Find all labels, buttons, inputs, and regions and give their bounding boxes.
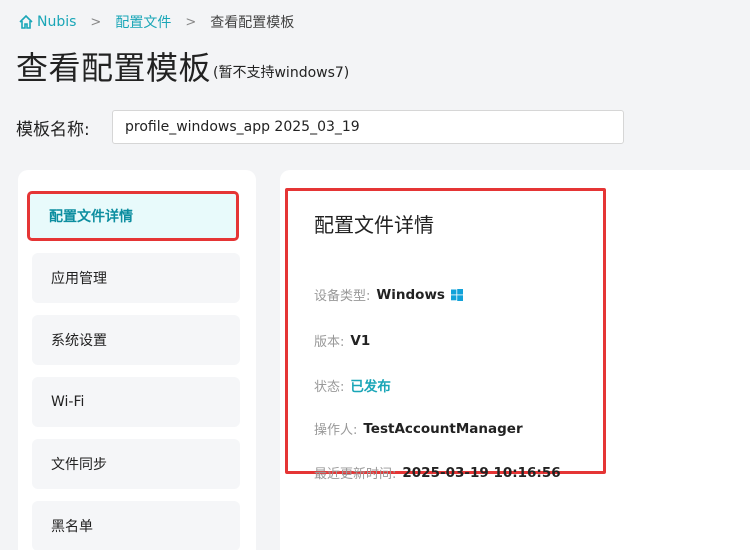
device-type-value: Windows — [376, 286, 445, 303]
last-updated-value: 2025-03-19 10:16:56 — [402, 464, 561, 481]
breadcrumb-profiles-link[interactable]: 配置文件 — [115, 12, 171, 32]
operator-label: 操作人: — [314, 423, 358, 438]
home-icon — [19, 14, 33, 29]
breadcrumb-current: 查看配置模板 — [210, 15, 295, 31]
sidebar-item-label: 配置文件详情 — [49, 209, 133, 225]
version-field: 版本: V1 — [314, 331, 371, 351]
template-name-input[interactable] — [112, 110, 624, 144]
sidebar-item-label: 黑名单 — [51, 519, 93, 535]
device-type-label: 设备类型: — [314, 289, 371, 304]
operator-value: TestAccountManager — [363, 420, 523, 437]
last-updated-field: 最近更新时间: 2025-03-19 10:16:56 — [314, 463, 561, 483]
sidebar-item-label: 应用管理 — [51, 271, 107, 287]
windows-icon — [450, 288, 463, 301]
details-title: 配置文件详情 — [314, 213, 434, 237]
last-updated-label: 最近更新时间: — [314, 467, 397, 482]
sidebar-item-file-sync[interactable]: 文件同步 — [32, 439, 240, 489]
page-title-row: 查看配置模板 (暂不支持windows7) — [16, 48, 349, 88]
version-value: V1 — [350, 332, 371, 349]
status-field: 状态: 已发布 — [314, 375, 391, 395]
sidebar: 配置文件详情 应用管理 系统设置 Wi-Fi 文件同步 黑名单 — [18, 170, 256, 550]
sidebar-item-blacklist[interactable]: 黑名单 — [32, 501, 240, 550]
sidebar-item-label: 系统设置 — [51, 333, 107, 349]
breadcrumb-home-link[interactable]: Nubis — [18, 14, 76, 30]
operator-field: 操作人: TestAccountManager — [314, 419, 523, 439]
sidebar-item-profile-details[interactable]: 配置文件详情 — [27, 191, 239, 241]
breadcrumb-home-label[interactable]: Nubis — [37, 14, 76, 30]
status-label: 状态: — [314, 379, 345, 395]
content-panel: 配置文件详情 设备类型: Windows 版本: V1 状态: 已发布 操作人:… — [280, 170, 750, 550]
breadcrumb: Nubis > 配置文件 > 查看配置模板 — [18, 12, 294, 32]
breadcrumb-separator: > — [185, 14, 197, 30]
profile-details-card: 配置文件详情 设备类型: Windows 版本: V1 状态: 已发布 操作人:… — [285, 188, 606, 482]
sidebar-item-label: Wi-Fi — [51, 394, 85, 410]
breadcrumb-separator: > — [90, 14, 102, 30]
sidebar-item-system-settings[interactable]: 系统设置 — [32, 315, 240, 365]
page-title-note: (暂不支持windows7) — [213, 65, 350, 81]
page-title: 查看配置模板 — [16, 49, 212, 87]
device-type-field: 设备类型: Windows — [314, 285, 463, 304]
version-label: 版本: — [314, 335, 345, 350]
sidebar-item-app-management[interactable]: 应用管理 — [32, 253, 240, 303]
status-value: 已发布 — [350, 379, 391, 395]
sidebar-item-wifi[interactable]: Wi-Fi — [32, 377, 240, 427]
template-name-label: 模板名称: — [16, 119, 90, 140]
template-name-row: 模板名称: — [16, 110, 624, 144]
sidebar-item-label: 文件同步 — [51, 457, 107, 473]
